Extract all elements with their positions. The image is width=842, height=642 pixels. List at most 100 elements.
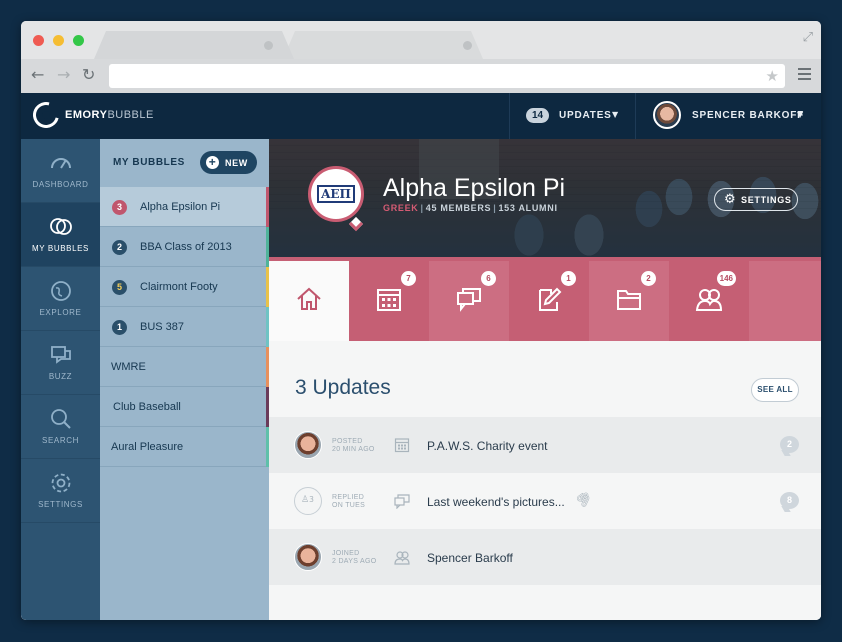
- edit-note-icon: [539, 287, 562, 311]
- tile-count-badge: 2: [641, 271, 656, 286]
- gauge-icon: [50, 158, 71, 169]
- nav-search[interactable]: SEARCH: [21, 395, 100, 459]
- bubble-item[interactable]: 5 Clairmont Footy: [100, 267, 269, 307]
- nav-explore[interactable]: EXPLORE: [21, 267, 100, 331]
- avatar[interactable]: [294, 431, 322, 459]
- group-meta: GREEK | 45 MEMBERS | 153 ALUMNI: [383, 203, 558, 213]
- tile-discussions[interactable]: 6: [429, 261, 509, 341]
- browser-menu-icon[interactable]: [798, 68, 811, 80]
- bubble-item[interactable]: Aural Pleasure: [100, 427, 269, 467]
- members-icon: [394, 551, 410, 565]
- user-avatar[interactable]: [653, 101, 681, 129]
- bubble-name: Clairmont Footy: [140, 281, 218, 293]
- address-bar[interactable]: ★: [109, 64, 785, 88]
- reload-icon[interactable]: ↻: [82, 66, 95, 84]
- bubbles-panel: MY BUBBLES + NEW 3 Alpha Epsilon Pi 2 BB…: [100, 139, 274, 620]
- nav-settings[interactable]: SETTINGS: [21, 459, 100, 523]
- calendar-icon: [394, 438, 410, 453]
- tile-files[interactable]: 2: [589, 261, 669, 341]
- update-timestamp: JOINED 2 DAYS AGO: [332, 550, 377, 565]
- update-row[interactable]: ♙3 REPLIED ON TUES Last weekend's picture…: [269, 473, 821, 529]
- minimize-window-button[interactable]: [53, 35, 64, 46]
- nav-explore-label: EXPLORE: [39, 308, 82, 317]
- comment-count-badge[interactable]: 8: [780, 492, 799, 509]
- nav-settings-label: SETTINGS: [38, 500, 83, 509]
- maximize-window-button[interactable]: [73, 35, 84, 46]
- group-alumni-count: 153 ALUMNI: [498, 203, 558, 213]
- bubble-badge: 3: [112, 200, 127, 215]
- back-arrow-icon[interactable]: ←: [31, 66, 44, 84]
- updates-menu-label[interactable]: UPDATES: [559, 110, 612, 121]
- nav-search-label: SEARCH: [42, 436, 79, 445]
- bubble-name: BUS 387: [140, 321, 185, 333]
- brand-name[interactable]: EMORYBUBBLE: [65, 109, 154, 121]
- tile-home[interactable]: [269, 261, 349, 341]
- plus-icon: +: [206, 156, 219, 169]
- browser-tab-active[interactable]: [94, 31, 294, 59]
- update-timestamp: REPLIED ON TUES: [332, 494, 366, 509]
- calendar-icon: [377, 289, 401, 311]
- nav-buzz-label: BUZZ: [48, 372, 73, 381]
- bubble-item[interactable]: Club Baseball: [100, 387, 269, 427]
- header-divider: [635, 93, 636, 139]
- tile-notes[interactable]: 1: [509, 261, 589, 341]
- close-window-button[interactable]: [33, 35, 44, 46]
- nav-my-bubbles-label: MY BUBBLES: [32, 244, 89, 253]
- see-all-button[interactable]: SEE ALL: [751, 378, 799, 402]
- update-row[interactable]: POSTED 20 MIN AGO P.A.W.S. Charity event …: [269, 417, 821, 473]
- emorybubble-logo-icon[interactable]: [28, 97, 64, 133]
- browser-window: ⤢ ← → ↻ ★ EMORYBUBBLE 14 UPDATES ▼ SPENC…: [21, 21, 821, 620]
- members-icon: [695, 289, 723, 311]
- nav-my-bubbles[interactable]: MY BUBBLES: [21, 203, 100, 267]
- bubble-detail: ΑΕΠ Alpha Epsilon Pi GREEK | 45 MEMBERS | 15…: [269, 139, 821, 620]
- chat-bubbles-icon: [49, 218, 72, 235]
- nav-dashboard-label: DASHBOARD: [32, 180, 89, 189]
- fullscreen-icon[interactable]: ⤢: [803, 29, 813, 45]
- bookmark-star-icon[interactable]: ★: [766, 67, 779, 85]
- group-avatar[interactable]: ♙3: [294, 487, 322, 515]
- group-settings-button[interactable]: ⚙ SETTINGS: [714, 188, 798, 211]
- update-title[interactable]: P.A.W.S. Charity event: [427, 439, 548, 453]
- updates-count-badge[interactable]: 14: [526, 108, 549, 123]
- bubble-badge: 2: [112, 240, 127, 255]
- group-logo-letters: ΑΕΠ: [317, 185, 355, 203]
- browser-tab-bar: ⤢: [21, 21, 821, 59]
- app-root: EMORYBUBBLE 14 UPDATES ▼ SPENCER BARKOFF…: [21, 93, 821, 620]
- browser-tab-inactive[interactable]: [283, 31, 483, 59]
- tile-count-badge: 6: [481, 271, 496, 286]
- chevron-down-icon[interactable]: ▼: [612, 110, 618, 119]
- bubble-name: BBA Class of 2013: [140, 241, 232, 253]
- bubble-name: Alpha Epsilon Pi: [140, 201, 221, 213]
- new-bubble-label: NEW: [225, 158, 248, 168]
- new-bubble-button[interactable]: + NEW: [200, 151, 257, 174]
- app-header: EMORYBUBBLE 14 UPDATES ▼ SPENCER BARKOFF…: [21, 93, 821, 139]
- group-logo: ΑΕΠ: [308, 166, 364, 232]
- group-settings-label: SETTINGS: [741, 195, 792, 205]
- nav-dashboard[interactable]: DASHBOARD: [21, 139, 100, 203]
- tile-members[interactable]: 146: [669, 261, 749, 341]
- chevron-down-icon[interactable]: ▼: [797, 110, 803, 119]
- gear-icon: [51, 473, 70, 493]
- update-title[interactable]: Spencer Barkoff: [427, 551, 513, 565]
- forward-arrow-icon[interactable]: →: [57, 66, 70, 84]
- bubble-item[interactable]: WMRE: [100, 347, 269, 387]
- update-row[interactable]: JOINED 2 DAYS AGO Spencer Barkoff: [269, 529, 821, 585]
- tile-events[interactable]: 7: [349, 261, 429, 341]
- update-title[interactable]: Last weekend's pictures...: [427, 495, 565, 509]
- group-name: Alpha Epsilon Pi: [383, 174, 566, 202]
- people-icon: ♙3: [301, 495, 314, 505]
- globe-icon: [50, 281, 71, 301]
- tab-favicon: [264, 41, 273, 50]
- user-menu-name[interactable]: SPENCER BARKOFF: [692, 110, 804, 121]
- bubble-item[interactable]: 3 Alpha Epsilon Pi: [100, 187, 274, 227]
- comment-count-badge[interactable]: 2: [780, 436, 799, 453]
- bubble-item[interactable]: 2 BBA Class of 2013: [100, 227, 269, 267]
- bubble-item[interactable]: 1 BUS 387: [100, 307, 269, 347]
- avatar[interactable]: [294, 543, 322, 571]
- nav-buzz[interactable]: BUZZ: [21, 331, 100, 395]
- group-category: GREEK: [383, 203, 419, 213]
- bubble-badge: 5: [112, 280, 127, 295]
- primary-sidebar: DASHBOARD MY BUBBLES EXPLORE BUZZ SEARCH…: [21, 139, 100, 620]
- bubble-name: Club Baseball: [113, 401, 181, 413]
- bubbles-panel-header: MY BUBBLES + NEW: [100, 139, 269, 187]
